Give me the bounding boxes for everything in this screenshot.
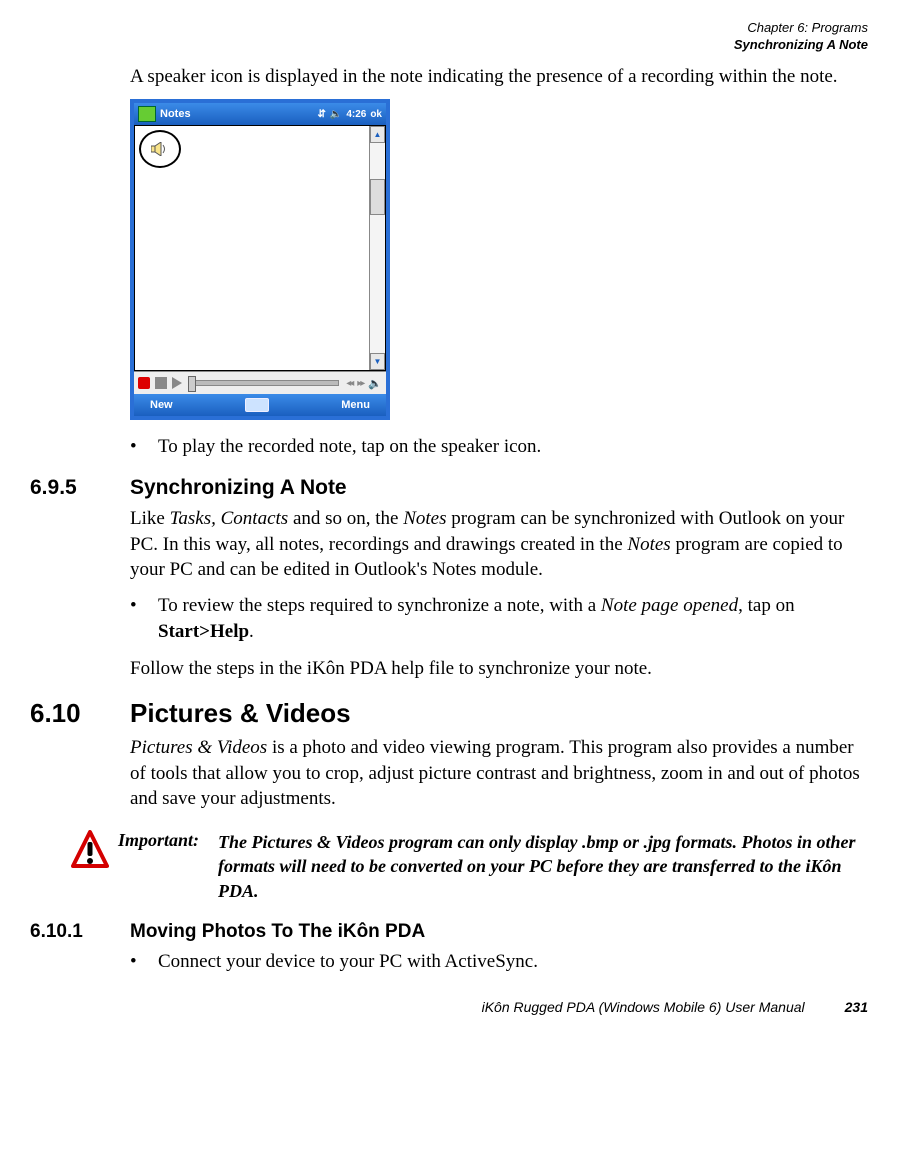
page-number: 231 <box>845 999 868 1015</box>
recording-toolbar: ◂◂ ▸▸ 🔈 <box>134 371 386 394</box>
bullet-text: To play the recorded note, tap on the sp… <box>158 434 868 460</box>
sync-follow-paragraph: Follow the steps in the iKôn PDA help fi… <box>130 656 868 682</box>
header-chapter: Chapter 6: Programs <box>30 20 868 37</box>
scroll-up-button[interactable]: ▲ <box>370 126 385 143</box>
sync-note-paragraph: Like Tasks, Contacts and so on, the Note… <box>130 506 868 583</box>
important-note: Important: The Pictures & Videos program… <box>62 828 868 903</box>
note-canvas: ▲ ▼ <box>134 125 386 371</box>
running-header: Chapter 6: Programs Synchronizing A Note <box>30 20 868 54</box>
text-italic: Note page opened <box>601 595 738 616</box>
text-bold: Start>Help <box>158 621 249 642</box>
bullet-text: To review the steps required to synchron… <box>158 593 868 644</box>
toolbar-speaker-icon[interactable]: 🔈 <box>368 377 382 390</box>
heading-6-10: 6.10 Pictures & Videos <box>30 698 868 729</box>
playback-slider[interactable] <box>189 380 339 386</box>
connectivity-icon: ⇵ <box>317 109 325 120</box>
text-run: and so on, the <box>288 508 403 529</box>
record-button[interactable] <box>138 377 150 389</box>
bullet-sync-steps: • To review the steps required to synchr… <box>130 593 868 644</box>
intro-paragraph: A speaker icon is displayed in the note … <box>130 64 868 90</box>
important-label: Important: <box>118 828 218 852</box>
softkey-new[interactable]: New <box>150 399 173 411</box>
text-italic: Pictures & Videos <box>130 737 267 758</box>
heading-number: 6.10 <box>30 698 130 729</box>
bullet-icon: • <box>130 593 158 644</box>
softkey-menu[interactable]: Menu <box>341 399 370 411</box>
status-icons: ⇵ 🔈 4:26 ok <box>317 109 382 120</box>
text-italic: Notes <box>403 508 446 529</box>
bullet-icon: • <box>130 434 158 460</box>
heading-6-9-5: 6.9.5 Synchronizing A Note <box>30 476 868 500</box>
page-footer: iKôn Rugged PDA (Windows Mobile 6) User … <box>30 999 868 1015</box>
bullet-play-note: • To play the recorded note, tap on the … <box>130 434 868 460</box>
heading-6-10-1: 6.10.1 Moving Photos To The iKôn PDA <box>30 921 868 943</box>
notes-app-screenshot: Notes ⇵ 🔈 4:26 ok ▲ <box>130 99 390 420</box>
scroll-thumb[interactable] <box>370 179 385 215</box>
text-italic: Notes <box>627 534 670 555</box>
bullet-text: Connect your device to your PC with Acti… <box>158 949 868 975</box>
page: Chapter 6: Programs Synchronizing A Note… <box>0 0 918 1045</box>
stop-button[interactable] <box>155 377 167 389</box>
soft-key-bar: New Menu <box>134 394 386 416</box>
header-section: Synchronizing A Note <box>30 37 868 54</box>
titlebar: Notes ⇵ 🔈 4:26 ok <box>134 103 386 125</box>
important-icon-cell <box>62 828 118 903</box>
start-flag-icon[interactable] <box>138 106 156 122</box>
heading-number: 6.9.5 <box>30 476 130 500</box>
scroll-down-button[interactable]: ▼ <box>370 353 385 370</box>
vertical-scrollbar[interactable]: ▲ ▼ <box>369 126 385 370</box>
recording-speaker-icon[interactable] <box>139 130 181 168</box>
footer-title: iKôn Rugged PDA (Windows Mobile 6) User … <box>482 999 805 1015</box>
heading-title: Pictures & Videos <box>130 698 351 729</box>
text-run: . <box>249 621 254 642</box>
rewind-button[interactable]: ◂◂ <box>346 378 352 389</box>
pictures-videos-paragraph: Pictures & Videos is a photo and video v… <box>130 735 868 812</box>
app-title: Notes <box>160 108 313 120</box>
heading-number: 6.10.1 <box>30 921 130 943</box>
ok-button[interactable]: ok <box>370 109 382 120</box>
keyboard-icon[interactable] <box>245 398 269 412</box>
bullet-icon: • <box>130 949 158 975</box>
text-italic: Tasks, Contacts <box>170 508 289 529</box>
forward-button[interactable]: ▸▸ <box>357 378 363 389</box>
text-run: , tap on <box>738 595 794 616</box>
scroll-track[interactable] <box>370 143 385 353</box>
important-text: Important: The Pictures & Videos program… <box>118 828 868 903</box>
clock-text: 4:26 <box>346 109 366 120</box>
heading-title: Moving Photos To The iKôn PDA <box>130 921 425 943</box>
warning-icon <box>71 830 109 870</box>
important-body: The Pictures & Videos program can only d… <box>118 830 868 903</box>
play-button[interactable] <box>172 377 182 389</box>
bullet-connect-activesync: • Connect your device to your PC with Ac… <box>130 949 868 975</box>
text-run: Like <box>130 508 170 529</box>
heading-title: Synchronizing A Note <box>130 476 347 500</box>
slider-thumb[interactable] <box>188 376 196 392</box>
volume-icon: 🔈 <box>330 109 342 120</box>
text-run: To review the steps required to synchron… <box>158 595 601 616</box>
speaker-icon <box>151 142 169 156</box>
canvas-main[interactable] <box>135 126 369 370</box>
